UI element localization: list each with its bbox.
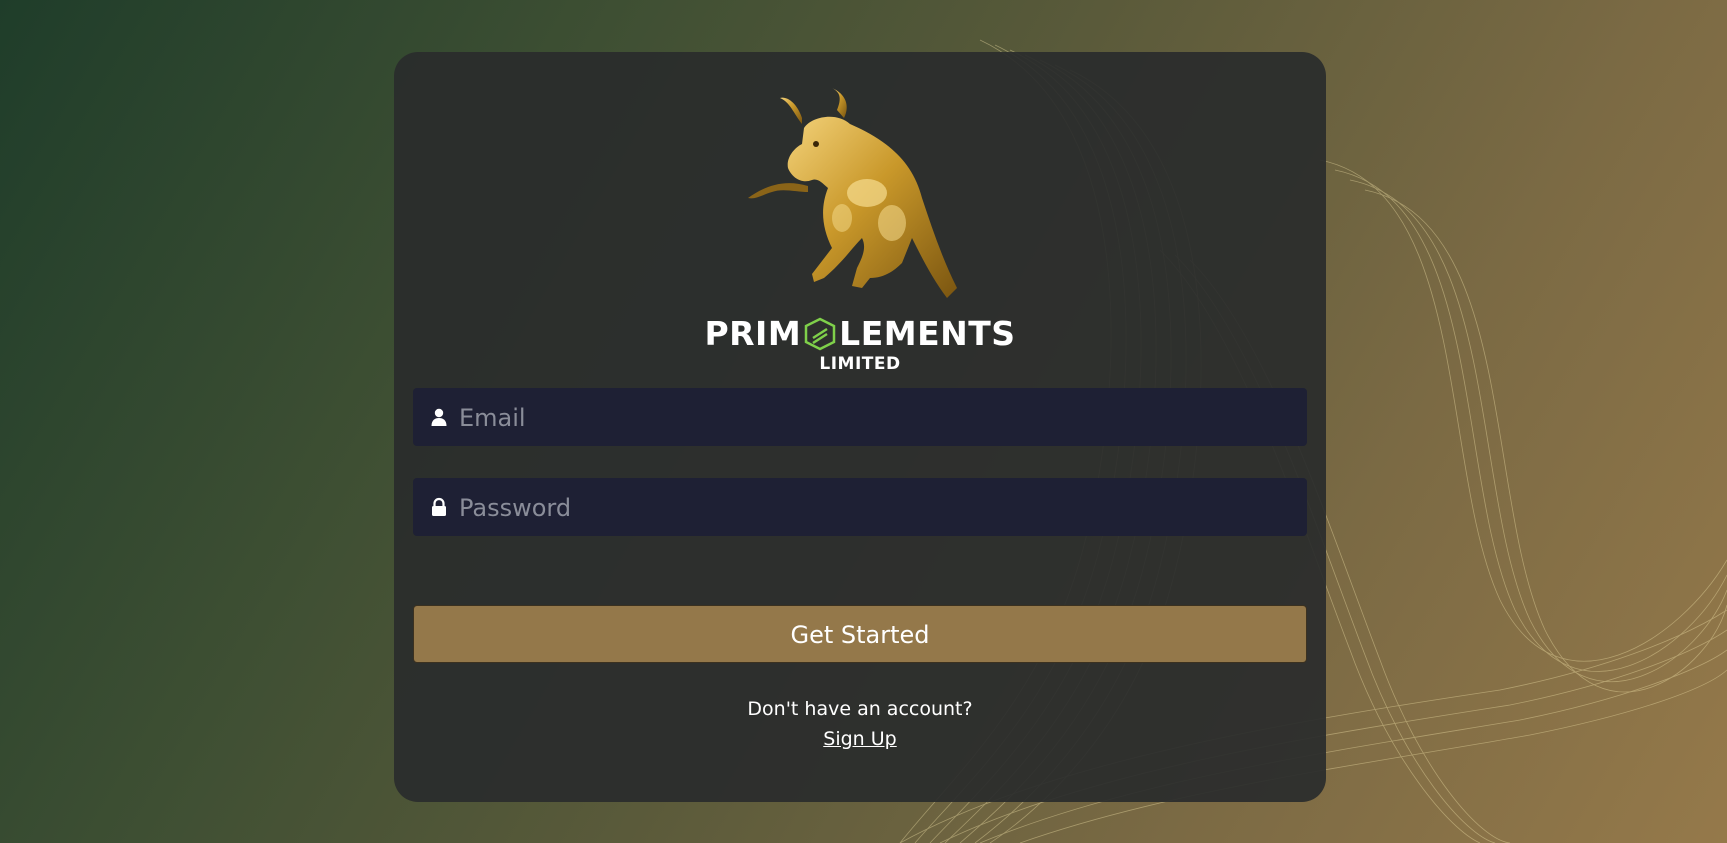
brand-name: PRIM LEMENTS	[394, 314, 1326, 353]
password-field[interactable]	[413, 478, 1307, 538]
password-input[interactable]	[457, 478, 1301, 538]
email-field[interactable]	[413, 388, 1307, 448]
brand-name-left: PRIM	[704, 314, 802, 353]
brand-mark-icon	[804, 317, 836, 351]
brand-subtitle: LIMITED	[819, 354, 901, 374]
bull-icon	[748, 88, 957, 298]
email-input[interactable]	[457, 388, 1301, 448]
login-card: PRIM LEMENTS LIMITED Get Started Don't h…	[394, 52, 1326, 802]
user-icon	[431, 408, 447, 426]
get-started-button[interactable]: Get Started	[413, 605, 1307, 663]
lock-icon	[432, 497, 446, 516]
signup-prompt: Don't have an account?	[747, 698, 973, 720]
signup-link[interactable]: Sign Up	[394, 728, 1326, 750]
brand-name-right: LEMENTS	[839, 314, 1016, 353]
company-logo: PRIM LEMENTS LIMITED	[394, 70, 1326, 374]
